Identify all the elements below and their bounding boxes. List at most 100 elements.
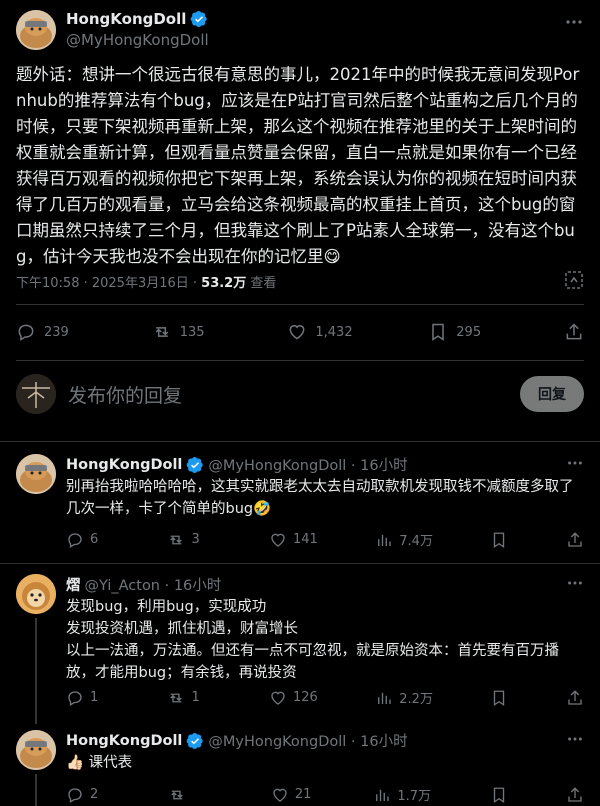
tweet-meta: 下午10:58 · 2025年3月16日 · 53.2万 查看 [16, 272, 276, 291]
divider [16, 304, 584, 305]
display-name[interactable]: HongKongDoll [66, 457, 182, 473]
reply-text: 别再抬我啦哈哈哈哈，这其实就跟老太太去自动取款机发现取钱不减额度多取了几次一样，… [66, 479, 574, 517]
retweet-action[interactable]: 1 [167, 689, 211, 707]
share-icon [566, 786, 584, 804]
like-action[interactable]: 126 [269, 689, 318, 707]
bookmark-icon [490, 689, 508, 707]
like-count: 141 [292, 532, 318, 547]
reply-icon [66, 689, 84, 707]
reply-count: 6 [90, 532, 99, 547]
like-count: 126 [292, 690, 318, 705]
more-options-icon[interactable] [564, 12, 584, 32]
reply-actions: 6 3 141 7.4万 [66, 530, 584, 549]
reply-button[interactable]: 回复 [520, 376, 584, 412]
retweet-count: 135 [179, 324, 205, 340]
bookmark-action[interactable]: 295 [428, 322, 488, 342]
bookmark-action[interactable] [490, 531, 508, 549]
retweet-action[interactable] [168, 786, 212, 804]
reply-icon [66, 786, 84, 804]
more-options-icon[interactable] [566, 574, 584, 592]
views-chart-icon [375, 531, 393, 549]
view-label: 查看 [246, 276, 277, 291]
display-name[interactable]: HongKongDoll [66, 10, 186, 28]
more-options-icon[interactable] [566, 730, 584, 748]
like-action[interactable]: 1,432 [287, 322, 353, 342]
heart-icon [269, 689, 287, 707]
reply-count: 2 [90, 787, 99, 802]
verified-badge-icon [186, 456, 204, 474]
reply-action[interactable]: 239 [16, 322, 76, 342]
share-action[interactable] [566, 689, 584, 707]
avatar[interactable] [16, 10, 56, 50]
views-chart-icon [373, 786, 391, 804]
reply-action[interactable]: 2 [66, 786, 110, 804]
view-count: 7.4万 [399, 534, 433, 549]
reply-action[interactable]: 1 [66, 689, 110, 707]
views-chart-icon [375, 689, 393, 707]
author-name-row: 熠 @Yi_Acton · 16小时 [66, 574, 221, 595]
retweet-action[interactable]: 135 [152, 322, 212, 342]
like-action[interactable]: 21 [271, 786, 315, 804]
reply-text: 👍🏻 课代表 [66, 755, 133, 771]
avatar[interactable] [16, 454, 56, 494]
retweet-icon [167, 689, 185, 707]
reply-composer: 发布你的回复 回复 [16, 366, 584, 422]
share-action[interactable] [566, 786, 584, 804]
view-count: 1.7万 [397, 789, 432, 804]
reply-count: 1 [90, 690, 99, 705]
views-action[interactable]: 1.7万 [373, 785, 431, 804]
verified-badge-icon [190, 10, 208, 28]
display-name[interactable]: 熠 [66, 574, 81, 595]
reply-actions: 1 1 126 2.2万 [66, 688, 584, 707]
author-handle[interactable]: @MyHongKongDoll · 16小时 [208, 730, 407, 751]
reply-tweet[interactable]: 熠 @Yi_Acton · 16小时 发现bug，利用bug，实现成功 发现投资… [0, 574, 600, 724]
avatar[interactable] [16, 730, 56, 770]
divider [0, 563, 600, 564]
share-icon [566, 689, 584, 707]
views-action[interactable]: 7.4万 [375, 530, 433, 549]
author-handle[interactable]: @MyHongKongDoll [66, 31, 209, 49]
avatar[interactable] [16, 574, 56, 614]
grok-analyze-icon[interactable] [564, 270, 584, 290]
reply-count: 239 [44, 324, 69, 340]
reply-icon [66, 531, 84, 549]
reply-action[interactable]: 6 [66, 531, 110, 549]
bookmark-action[interactable] [490, 786, 508, 804]
like-action[interactable]: 141 [269, 531, 318, 549]
bookmark-icon [490, 531, 508, 549]
reply-input[interactable]: 发布你的回复 [68, 381, 520, 408]
author-handle[interactable]: @MyHongKongDoll · 16小时 [208, 454, 407, 475]
view-count: 2.2万 [399, 692, 433, 707]
retweet-count: 3 [191, 532, 200, 547]
more-options-icon[interactable] [566, 454, 584, 472]
tweet-text: 题外话：想讲一个很远古很有意思的事儿，2021年中的时候我无意间发现Pornhu… [16, 65, 580, 266]
reply-actions: 2 21 1.7万 [66, 785, 584, 804]
author-name-row: HongKongDoll [66, 10, 208, 28]
tweet-actions: 239 135 1,432 295 [16, 322, 584, 342]
retweet-icon [167, 531, 185, 549]
thread-connector [35, 618, 37, 724]
reply-tweet[interactable]: HongKongDoll @MyHongKongDoll · 16小时 别再抬我… [0, 454, 600, 566]
like-count: 21 [294, 787, 312, 802]
main-tweet: HongKongDoll @MyHongKongDoll 题外话：想讲一个很远古… [0, 0, 600, 442]
heart-icon [271, 786, 289, 804]
bookmark-icon [428, 322, 448, 342]
timestamp[interactable]: 下午10:58 · 2025年3月16日 · [16, 276, 201, 291]
author-name-row: HongKongDoll @MyHongKongDoll · 16小时 [66, 730, 408, 751]
retweet-icon [152, 322, 172, 342]
bookmark-action[interactable] [490, 689, 508, 707]
author-handle[interactable]: @Yi_Acton · 16小时 [85, 574, 222, 595]
display-name[interactable]: HongKongDoll [66, 733, 182, 749]
share-action[interactable] [566, 531, 584, 549]
reply-tweet[interactable]: HongKongDoll @MyHongKongDoll · 16小时 👍🏻 课… [0, 730, 600, 806]
my-avatar[interactable] [16, 374, 56, 414]
share-icon [564, 322, 584, 342]
retweet-action[interactable]: 3 [167, 531, 211, 549]
share-action[interactable] [564, 322, 584, 342]
like-count: 1,432 [315, 324, 353, 340]
reply-text: 发现bug，利用bug，实现成功 发现投资机遇，抓住机遇，财富增长 以上一法通，… [66, 599, 559, 681]
heart-icon [287, 322, 307, 342]
views-action[interactable]: 2.2万 [375, 688, 433, 707]
bookmark-icon [490, 786, 508, 804]
bookmark-count: 295 [456, 324, 482, 340]
